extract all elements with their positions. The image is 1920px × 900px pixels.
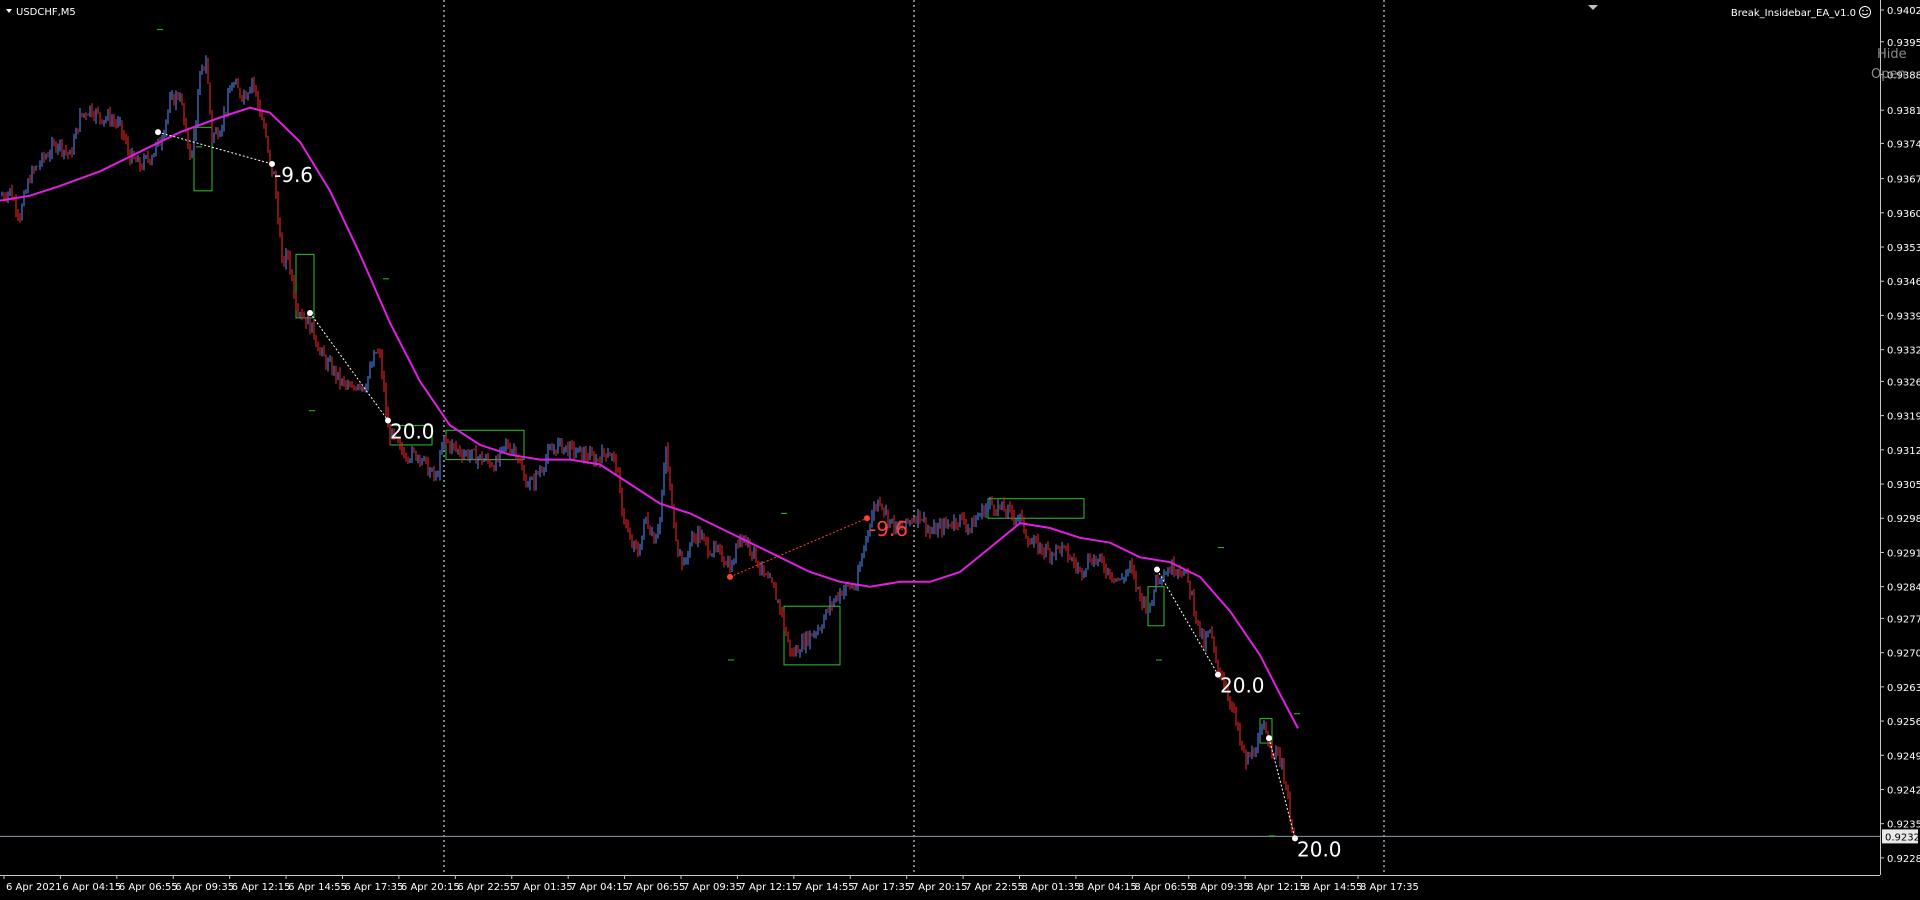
y-tick-label: 0.93465 [1887,277,1920,288]
trade-result-1: 20.0 [390,420,435,444]
trade-entry-1 [307,309,313,316]
x-tick-label: 8 Apr 06:55 [1134,882,1193,893]
y-tick-label: 0.92355 [1887,820,1920,831]
x-tick-label: 7 Apr 09:35 [683,882,742,893]
trade-entry-2 [727,573,733,580]
ea-label: Break_Insidebar_EA_v1.0 [1731,8,1856,19]
x-tick-label: 8 Apr 17:35 [1360,882,1419,893]
y-tick-label: 0.92565 [1887,717,1920,728]
y-tick-label: 0.92980 [1887,514,1920,525]
y-tick-label: 0.93120 [1887,446,1920,457]
y-tick-label: 0.92840 [1887,583,1920,594]
y-tick-label: 0.93260 [1887,377,1920,388]
y-tick-label: 0.94020 [1887,6,1920,17]
trade-entry-3 [1154,566,1160,573]
x-tick-label: 7 Apr 12:15 [739,882,798,893]
trade-result-3: 20.0 [1220,674,1265,698]
x-tick-label: 8 Apr 04:15 [1078,882,1137,893]
chart-window[interactable]: -9.620.0-9.620.020.0 0.940200.939550.938… [0,0,1920,900]
y-tick-label: 0.92910 [1887,548,1920,559]
x-tick-label: 6 Apr 06:55 [119,882,178,893]
x-tick-label: 8 Apr 01:35 [1022,882,1081,893]
x-tick-label: 7 Apr 04:15 [570,882,629,893]
hide-button[interactable]: Hide [1877,47,1907,62]
open-button[interactable]: Open [1871,67,1906,82]
y-tick-label: 0.93190 [1887,412,1920,423]
y-tick-label: 0.93747 [1887,139,1920,150]
trade-result-4: 20.0 [1297,837,1342,861]
y-tick-label: 0.93605 [1887,209,1920,220]
trade-entry-4 [1266,735,1272,742]
x-tick-label: 6 Apr 09:35 [175,882,234,893]
x-tick-label: 7 Apr 01:35 [514,882,573,893]
x-tick-label: 6 Apr 20:15 [401,882,460,893]
price-chart[interactable]: -9.620.0-9.620.020.0 0.940200.939550.938… [0,0,1920,900]
y-tick-label: 0.93675 [1887,175,1920,186]
x-tick-label: 7 Apr 17:35 [852,882,911,893]
trade-result-2: -9.6 [869,517,908,541]
current-price-label: 0.92329 [1885,832,1920,843]
y-tick-label: 0.92285 [1887,854,1920,865]
x-tick-label: 6 Apr 12:15 [232,882,291,893]
x-tick-label: 7 Apr 20:15 [909,882,968,893]
y-tick-label: 0.93325 [1887,346,1920,357]
x-tick-label: 7 Apr 22:55 [965,882,1024,893]
chart-background [0,0,1920,900]
x-tick-label: 8 Apr 14:55 [1304,882,1363,893]
x-tick-label: 7 Apr 06:55 [627,882,686,893]
y-tick-label: 0.92775 [1887,614,1920,625]
trade-result-0: -9.6 [274,163,313,187]
x-tick-label: 7 Apr 14:55 [796,882,855,893]
x-tick-label: 6 Apr 04:15 [62,882,121,893]
x-tick-label: 6 Apr 14:55 [288,882,347,893]
y-tick-label: 0.93395 [1887,311,1920,322]
x-tick-label: 6 Apr 2021 [6,882,61,893]
y-tick-label: 0.92635 [1887,683,1920,694]
symbol-title: USDCHF,M5 [16,7,76,18]
y-tick-label: 0.93535 [1887,243,1920,254]
y-tick-label: 0.92495 [1887,751,1920,762]
x-tick-label: 6 Apr 17:35 [345,882,404,893]
x-tick-label: 8 Apr 12:15 [1247,882,1306,893]
y-tick-label: 0.92425 [1887,785,1920,796]
trade-entry-0 [155,129,161,136]
y-tick-label: 0.92705 [1887,649,1920,660]
y-tick-label: 0.93815 [1887,106,1920,117]
y-tick-label: 0.93050 [1887,480,1920,491]
x-tick-label: 6 Apr 22:55 [457,882,516,893]
x-tick-label: 8 Apr 09:35 [1191,882,1250,893]
